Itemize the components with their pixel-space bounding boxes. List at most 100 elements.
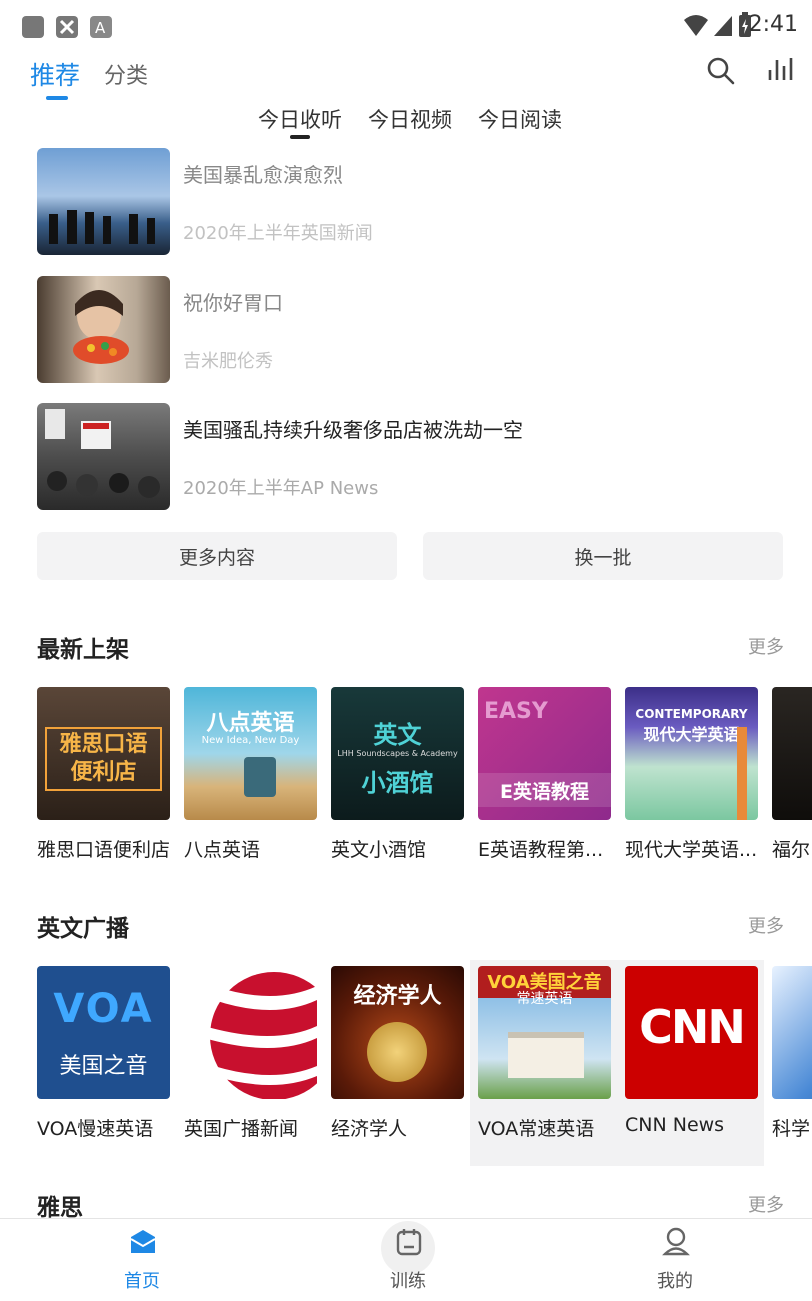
section-more-link[interactable]: 更多	[748, 912, 784, 938]
course-cover: 英文 LHH Soundscapes & Academy 小酒馆	[331, 687, 464, 820]
bus-graphic	[244, 757, 276, 797]
cover-subtitle: New Idea, New Day	[201, 735, 300, 746]
course-label: 福尔	[772, 839, 811, 861]
cellular-signal-icon	[712, 14, 734, 42]
section-title-new-arrivals: 最新上架	[37, 637, 129, 663]
feed-thumbnail-eating	[37, 276, 170, 383]
nav-train-label: 训练	[390, 1271, 426, 1292]
radio-cover	[184, 966, 317, 1099]
feed-item[interactable]: 祝你好胃口 吉米肥伦秀	[0, 276, 812, 384]
section-more-link[interactable]: 更多	[748, 633, 784, 659]
course-label: E英语教程第...	[478, 839, 604, 861]
coin-graphic	[367, 1022, 427, 1082]
cover-text: 八点英语	[206, 711, 295, 736]
radio-card[interactable]: 英国广播新闻	[184, 966, 317, 1146]
feed-title: 祝你好胃口	[183, 291, 283, 315]
feed-thumbnail-riot	[37, 148, 170, 255]
radio-cover: VOA 美国之音	[37, 966, 170, 1099]
course-label: 现代大学英语...	[625, 839, 758, 861]
section-more-link[interactable]: 更多	[748, 1191, 784, 1217]
feed-title: 美国骚乱持续升级奢侈品店被洗劫一空	[183, 418, 523, 442]
course-cover: 雅思口语 便利店	[37, 687, 170, 820]
course-label: 雅思口语便利店	[37, 839, 171, 861]
nav-train[interactable]: 训练	[369, 1219, 449, 1301]
cover-subtitle: LHH Soundscapes & Academy	[337, 749, 458, 758]
feed-subtitle: 吉米肥伦秀	[183, 351, 273, 372]
cover-text-2: 常速英语	[516, 991, 573, 1007]
feed-title: 美国暴乱愈演愈烈	[183, 163, 343, 187]
radio-cover: CNN	[625, 966, 758, 1099]
radio-card[interactable]: 经济学人 经济学人	[331, 966, 464, 1146]
cover-text: VOA	[53, 986, 154, 1032]
subtab-today-read[interactable]: 今日阅读	[478, 104, 562, 134]
nav-home-label: 首页	[124, 1271, 160, 1292]
user-icon	[661, 1225, 691, 1261]
cover-text: 英文	[373, 721, 422, 749]
bottom-nav: 首页 训练 我的	[0, 1218, 812, 1301]
cover-text: EASY	[484, 699, 548, 724]
radio-label: 经济学人	[331, 1118, 408, 1140]
calendar-icon	[394, 1227, 424, 1261]
course-card[interactable]: CONTEMPORARY 现代大学英语 现代大学英语...	[625, 687, 758, 867]
more-content-button[interactable]: 更多内容	[37, 532, 397, 580]
course-card[interactable]: 英文 LHH Soundscapes & Academy 小酒馆 英文小酒馆	[331, 687, 464, 867]
cover-text: CONTEMPORARY	[635, 707, 748, 721]
cover-text-2: 小酒馆	[361, 769, 434, 797]
radio-card[interactable]: VOA 美国之音 VOA慢速英语	[37, 966, 170, 1146]
radio-label: VOA慢速英语	[37, 1118, 154, 1140]
a-notification-icon: A	[90, 16, 112, 38]
course-cover	[772, 687, 812, 820]
search-icon[interactable]	[706, 56, 736, 90]
cover-text-2: E英语教程	[500, 781, 589, 803]
course-cover: 八点英语 New Idea, New Day	[184, 687, 317, 820]
feed-subtitle: 2020年上半年英国新闻	[183, 223, 373, 244]
cover-text-2: 美国之音	[59, 1054, 148, 1079]
status-time: 2:41	[748, 12, 798, 37]
course-card[interactable]: 雅思口语 便利店 雅思口语便利店	[37, 687, 170, 867]
cover-stripe	[737, 727, 747, 820]
home-icon	[128, 1227, 158, 1261]
course-label: 八点英语	[184, 839, 261, 861]
status-bar: A 2:41	[0, 0, 812, 52]
refresh-batch-button[interactable]: 换一批	[423, 532, 783, 580]
subtab-indicator	[290, 135, 310, 139]
radio-cover: 经济学人	[331, 966, 464, 1099]
course-card[interactable]: EASY E英语教程 E英语教程第...	[478, 687, 611, 867]
cover-text: 经济学人	[353, 984, 442, 1009]
tab-recommend[interactable]: 推荐	[30, 56, 80, 92]
radio-label: VOA常速英语	[478, 1118, 595, 1140]
tab-category[interactable]: 分类	[104, 58, 148, 90]
course-card[interactable]: 福尔	[772, 687, 812, 867]
course-label: 英文小酒馆	[331, 839, 427, 861]
cover-text: 雅思口语 便利店	[59, 732, 148, 785]
subtab-today-listen[interactable]: 今日收听	[258, 104, 342, 134]
stats-icon[interactable]	[766, 54, 796, 88]
radio-card[interactable]: 科学	[772, 966, 812, 1146]
course-cover: CONTEMPORARY 现代大学英语	[625, 687, 758, 820]
section-title-english-radio: 英文广播	[37, 916, 129, 942]
feed-item[interactable]: 美国骚乱持续升级奢侈品店被洗劫一空 2020年上半年AP News	[0, 403, 812, 511]
nav-home[interactable]: 首页	[103, 1219, 183, 1301]
nav-me-label: 我的	[657, 1271, 693, 1292]
app-notification-icon	[22, 16, 44, 38]
radio-label: 科学	[772, 1118, 811, 1140]
tab-indicator	[46, 96, 68, 100]
course-card[interactable]: 八点英语 New Idea, New Day 八点英语	[184, 687, 317, 867]
wifi-icon	[682, 14, 710, 42]
bbc-globe-graphic	[204, 972, 317, 1099]
feed-item[interactable]: 美国暴乱愈演愈烈 2020年上半年英国新闻	[0, 148, 812, 256]
nav-me[interactable]: 我的	[636, 1219, 716, 1301]
radio-label: 英国广播新闻	[184, 1118, 299, 1140]
cover-text: CNN	[639, 1000, 746, 1054]
radio-label: CNN News	[625, 1114, 725, 1136]
building-graphic	[508, 1032, 584, 1078]
feed-subtitle: 2020年上半年AP News	[183, 478, 379, 499]
puzzle-notification-icon	[56, 16, 78, 38]
course-cover: EASY E英语教程	[478, 687, 611, 820]
radio-cover: VOA美国之音 常速英语	[478, 966, 611, 1099]
svg-text:A: A	[95, 19, 106, 37]
radio-card[interactable]: VOA美国之音 常速英语 VOA常速英语	[478, 966, 611, 1146]
radio-card[interactable]: CNN CNN News	[625, 966, 758, 1146]
subtab-today-video[interactable]: 今日视频	[368, 104, 452, 134]
radio-cover	[772, 966, 812, 1099]
